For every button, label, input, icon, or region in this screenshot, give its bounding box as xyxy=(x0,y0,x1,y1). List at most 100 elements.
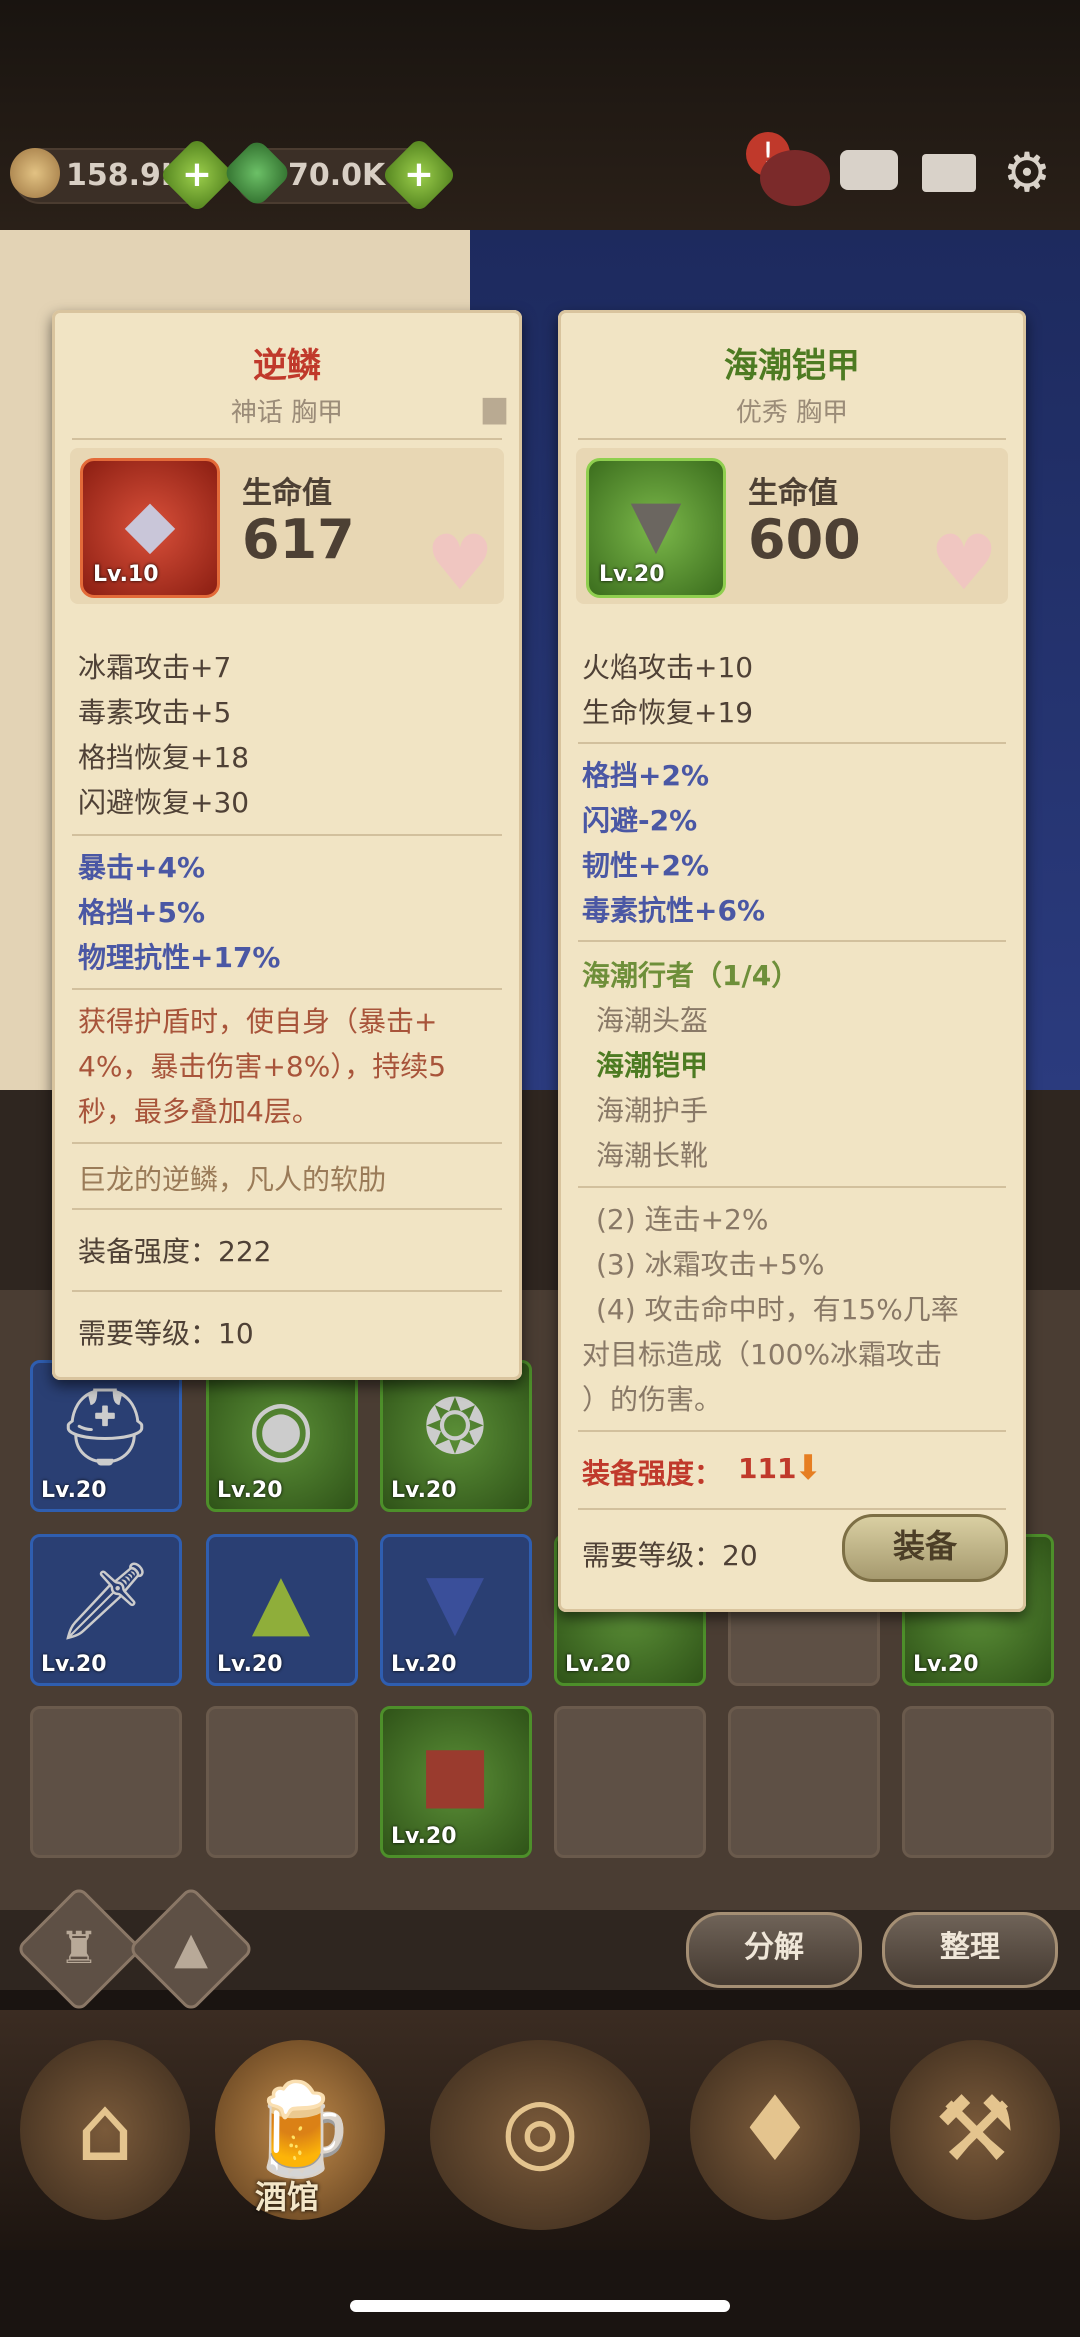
inventory-slot[interactable]: 🗡 Lv.20 xyxy=(30,1534,182,1686)
set-bonus: (2) 连击+2% xyxy=(596,1203,769,1236)
armor-icon: ▼ xyxy=(425,1556,485,1645)
hp-label: 生命值 xyxy=(748,476,838,511)
sword-icon: 🗡 xyxy=(56,1556,154,1645)
inventory-slot[interactable]: ⛑ Lv.20 xyxy=(30,1360,182,1512)
item-portrait: ▼ Lv.20 xyxy=(586,458,726,598)
nav-forge[interactable]: ⚒ xyxy=(890,2040,1060,2220)
bonus-stat-line: 格挡+5% xyxy=(78,896,205,929)
set-item: 海潮长靴 xyxy=(596,1139,709,1172)
chat-icon[interactable] xyxy=(836,140,902,206)
divider xyxy=(72,1290,502,1292)
portal-icon: ◎ xyxy=(500,2077,580,2182)
power-rating: 装备强度：222 xyxy=(78,1235,272,1268)
home-indicator[interactable] xyxy=(350,2300,730,2312)
heart-icon: ♥ xyxy=(425,518,494,607)
decompose-button[interactable]: 分解 xyxy=(686,1912,862,1988)
special-effect-line: 秒，最多叠加4层。 xyxy=(78,1095,320,1128)
book-icon: ■ xyxy=(419,1728,491,1817)
inventory-slot[interactable] xyxy=(554,1706,706,1858)
bonus-stat-line: 暴击+4% xyxy=(78,851,205,884)
anvil-icon: ⚒ xyxy=(934,2077,1016,2182)
divider xyxy=(578,940,1006,942)
stat-line: 生命恢复+19 xyxy=(582,696,754,729)
special-effect-line: 获得护盾时，使自身（暴击+ xyxy=(78,1005,438,1038)
inventory-slot[interactable] xyxy=(902,1706,1054,1858)
item-name: 海潮铠甲 xyxy=(724,346,860,386)
inventory-slot[interactable]: ▼ Lv.20 xyxy=(380,1534,532,1686)
stat-line: 闪避恢复+30 xyxy=(78,786,250,819)
crest-icon: ♦ xyxy=(734,2077,816,2182)
armor-filter-icon: ♜ xyxy=(59,1923,99,1974)
nav-adventure[interactable]: ◎ xyxy=(430,2040,650,2230)
level-requirement: 需要等级：10 xyxy=(78,1317,254,1350)
divider xyxy=(578,1430,1006,1432)
divider xyxy=(72,438,502,440)
chainmail-icon: ▼ xyxy=(630,485,682,562)
hat-filter-icon: ▲ xyxy=(174,1923,208,1974)
bonus-stat-line: 韧性+2% xyxy=(582,849,709,882)
divider xyxy=(578,1508,1006,1510)
heart-icon: ♥ xyxy=(929,518,998,607)
gear-icon[interactable]: ⚙ xyxy=(994,140,1060,206)
inventory-slot[interactable]: ▲ Lv.20 xyxy=(206,1534,358,1686)
item-name: 逆鳞 xyxy=(253,346,321,386)
plus-icon: + xyxy=(403,154,435,195)
chest-armor-icon: ▆ xyxy=(482,390,506,425)
divider xyxy=(578,742,1006,744)
equip-button[interactable]: 装备 xyxy=(842,1514,1008,1582)
divider xyxy=(72,988,502,990)
set-bonus: (4) 攻击命中时，有15%几率 xyxy=(596,1293,959,1326)
stat-line: 冰霜攻击+7 xyxy=(78,651,232,684)
divider xyxy=(578,1186,1006,1188)
power-rating-label: 装备强度： xyxy=(582,1457,723,1490)
item-level-badge: Lv.20 xyxy=(599,562,665,587)
divider xyxy=(72,834,502,836)
hood-icon: ▲ xyxy=(251,1556,311,1645)
mail-icon[interactable] xyxy=(916,140,982,206)
inventory-slot[interactable] xyxy=(30,1706,182,1858)
divider xyxy=(578,438,1006,440)
set-name: 海潮行者（1/4） xyxy=(582,959,800,992)
item-tooltip-compare: 海潮铠甲 优秀 胸甲 ▼ Lv.20 生命值 600 ♥ 火焰攻击+10 生命恢… xyxy=(558,310,1026,1612)
add-gold-button[interactable]: + xyxy=(158,136,236,214)
hp-value: 617 xyxy=(242,508,355,571)
stat-line: 毒素攻击+5 xyxy=(78,696,232,729)
arrow-down-icon: ⬇ xyxy=(794,1448,823,1488)
nav-guild[interactable]: ♦ xyxy=(690,2040,860,2220)
house-icon: ⌂ xyxy=(76,2077,134,2182)
sort-button[interactable]: 整理 xyxy=(882,1912,1058,1988)
inventory-slot[interactable]: ■ Lv.20 xyxy=(380,1706,532,1858)
stat-line: 格挡恢复+18 xyxy=(78,741,250,774)
item-tooltip-current: 逆鳞 神话 胸甲 ▆ ◆ Lv.10 生命值 617 ♥ 冰霜攻击+7 毒素攻击… xyxy=(52,310,522,1380)
set-bonus: 对目标造成（100%冰霜攻击 xyxy=(582,1338,943,1371)
helmet-icon: ⛑ xyxy=(56,1382,154,1471)
bonus-stat-line: 毒素抗性+6% xyxy=(582,894,765,927)
armor-icon: ◆ xyxy=(124,485,176,562)
item-rarity-type: 神话 胸甲 xyxy=(230,398,344,428)
hp-section: ▼ Lv.20 生命值 600 ♥ xyxy=(576,448,1008,607)
level-requirement: 需要等级：20 xyxy=(582,1539,758,1572)
bonus-stat-line: 物理抗性+17% xyxy=(78,941,281,974)
set-item: 海潮铠甲 xyxy=(596,1049,709,1082)
inventory-slot[interactable] xyxy=(206,1706,358,1858)
inventory-slot[interactable]: ◉ Lv.20 xyxy=(206,1360,358,1512)
stat-line: 火焰攻击+10 xyxy=(582,651,754,684)
amulet-icon: ❂ xyxy=(423,1382,487,1471)
coin-icon xyxy=(10,148,60,198)
nav-home[interactable]: ⌂ xyxy=(20,2040,190,2220)
plus-icon: + xyxy=(181,154,213,195)
character-avatar-icon[interactable] xyxy=(760,150,830,206)
set-item: 海潮护手 xyxy=(596,1094,709,1127)
power-rating-value: 111 xyxy=(738,1452,797,1485)
add-gem-button[interactable]: + xyxy=(380,136,458,214)
divider xyxy=(72,1208,502,1210)
inventory-slot[interactable] xyxy=(728,1706,880,1858)
divider xyxy=(72,1142,502,1144)
item-level-badge: Lv.10 xyxy=(93,562,159,587)
item-portrait: ◆ Lv.10 xyxy=(80,458,220,598)
set-bonus: (3) 冰霜攻击+5% xyxy=(596,1248,825,1281)
set-bonus: ）的伤害。 xyxy=(582,1383,723,1416)
inventory-slot[interactable]: ❂ Lv.20 xyxy=(380,1360,532,1512)
flavor-text: 巨龙的逆鳞，凡人的软肋 xyxy=(78,1163,387,1196)
hp-value: 600 xyxy=(748,508,861,571)
